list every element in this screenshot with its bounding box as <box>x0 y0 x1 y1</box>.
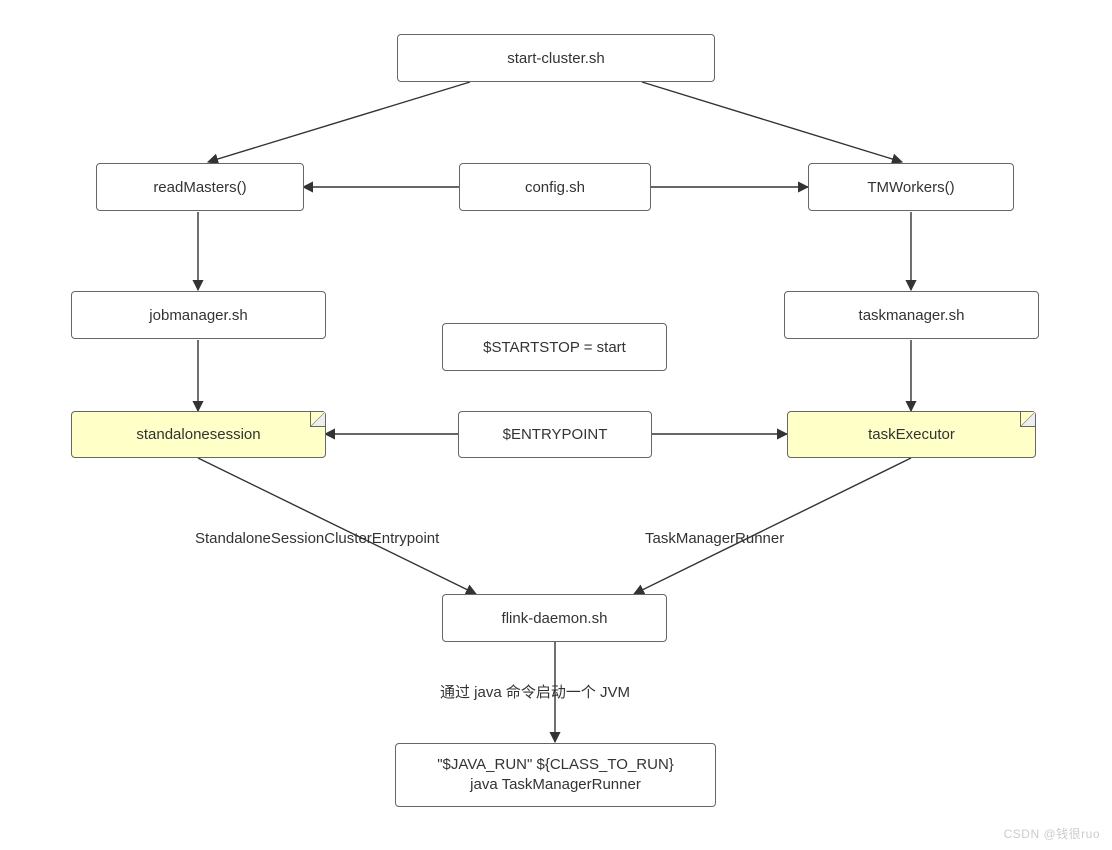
node-entrypoint-label: $ENTRYPOINT <box>503 426 608 443</box>
node-start-cluster: start-cluster.sh <box>397 34 715 82</box>
node-tm-workers: TMWorkers() <box>808 163 1014 211</box>
node-startstop-label: $STARTSTOP = start <box>483 339 626 356</box>
label-task-manager-runner: TaskManagerRunner <box>645 530 784 547</box>
node-task-executor: taskExecutor <box>787 411 1036 458</box>
node-flink-daemon: flink-daemon.sh <box>442 594 667 642</box>
note-fold-icon <box>310 412 325 427</box>
node-entrypoint: $ENTRYPOINT <box>458 411 652 458</box>
node-read-masters: readMasters() <box>96 163 304 211</box>
node-java-run: "$JAVA_RUN" ${CLASS_TO_RUN} java TaskMan… <box>395 743 716 807</box>
node-standalonesession: standalonesession <box>71 411 326 458</box>
node-java-run-label: "$JAVA_RUN" ${CLASS_TO_RUN} java TaskMan… <box>437 755 674 796</box>
label-java-cmd: 通过 java 命令启动一个 JVM <box>440 681 630 702</box>
node-task-executor-label: taskExecutor <box>868 426 955 443</box>
node-taskmanager-sh: taskmanager.sh <box>784 291 1039 339</box>
node-tm-workers-label: TMWorkers() <box>867 179 954 196</box>
node-config-sh-label: config.sh <box>525 179 585 196</box>
note-fold-icon <box>1020 412 1035 427</box>
node-read-masters-label: readMasters() <box>153 179 246 196</box>
node-jobmanager-sh: jobmanager.sh <box>71 291 326 339</box>
node-flink-daemon-label: flink-daemon.sh <box>502 610 608 627</box>
node-startstop: $STARTSTOP = start <box>442 323 667 371</box>
watermark: CSDN @钱很ruo <box>1004 825 1100 842</box>
node-standalonesession-label: standalonesession <box>136 426 260 443</box>
node-jobmanager-sh-label: jobmanager.sh <box>149 307 247 324</box>
node-start-cluster-label: start-cluster.sh <box>507 50 605 67</box>
node-taskmanager-sh-label: taskmanager.sh <box>859 307 965 324</box>
node-config-sh: config.sh <box>459 163 651 211</box>
label-standalone-entrypoint: StandaloneSessionClusterEntrypoint <box>195 530 439 547</box>
